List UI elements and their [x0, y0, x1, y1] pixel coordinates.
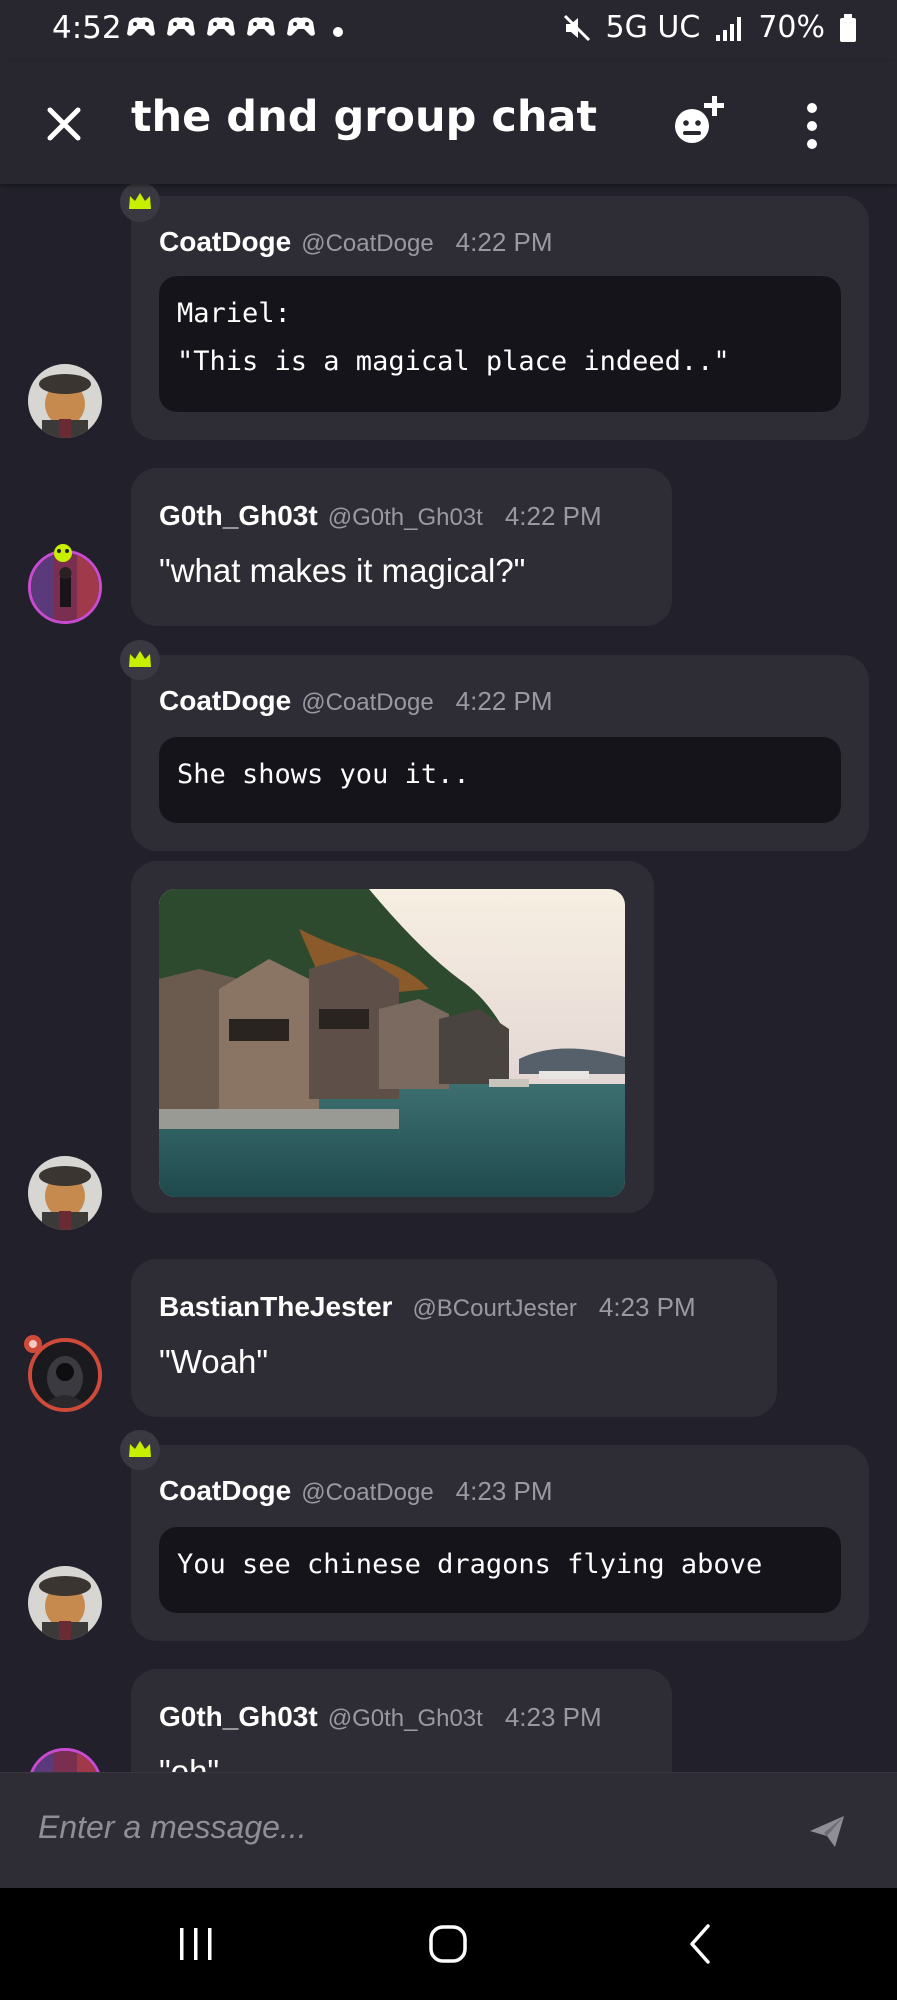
message-input[interactable]: Enter a message... — [38, 1809, 307, 1846]
code-line: Mariel: — [177, 298, 291, 329]
username[interactable]: CoatDoge — [159, 685, 291, 717]
message-card[interactable]: G0th_Gh03t @G0th_Gh03t 4:23 PM "oh" — [131, 1669, 672, 1772]
message-card[interactable]: BastianTheJester @BCourtJester 4:23 PM "… — [131, 1259, 777, 1417]
message-text: "oh" — [159, 1753, 220, 1772]
avatar[interactable] — [28, 1748, 102, 1772]
user-handle: @CoatDoge — [301, 689, 434, 716]
message-card[interactable] — [131, 861, 654, 1213]
avatar[interactable] — [28, 364, 102, 438]
timestamp: 4:22 PM — [455, 227, 553, 257]
status-time: 4:52 — [52, 10, 122, 46]
message-header: G0th_Gh03t @G0th_Gh03t 4:22 PM — [159, 500, 602, 532]
code-block: Mariel: "This is a magical place indeed..… — [159, 276, 841, 412]
message-card[interactable]: G0th_Gh03t @G0th_Gh03t 4:22 PM "what mak… — [131, 468, 672, 626]
recent-apps-icon[interactable] — [176, 1926, 216, 1962]
crown-icon — [120, 1430, 160, 1470]
message-list[interactable]: CoatDoge @CoatDoge 4:22 PM Mariel: "This … — [0, 184, 897, 1772]
crown-icon — [120, 640, 160, 680]
game-controller-icon — [287, 17, 315, 36]
username[interactable]: BastianTheJester — [159, 1291, 392, 1323]
avatar-decoration-icon — [24, 1335, 42, 1353]
timestamp: 4:23 PM — [504, 1702, 602, 1732]
message-text: "Woah" — [159, 1343, 269, 1380]
close-icon[interactable] — [38, 98, 90, 150]
message-header: CoatDoge @CoatDoge 4:22 PM — [159, 226, 553, 258]
avatar-decoration-icon — [54, 544, 72, 562]
code-block: You see chinese dragons flying above — [159, 1527, 841, 1613]
status-right: 5G UC 70% — [562, 10, 857, 45]
notification-icons — [125, 14, 317, 40]
status-bar: 4:52 5G UC 70% — [0, 0, 897, 62]
user-handle: @BCourtJester — [412, 1295, 577, 1322]
send-icon[interactable] — [807, 1811, 847, 1851]
user-handle: @G0th_Gh03t — [327, 1705, 483, 1732]
game-controller-icon — [127, 17, 155, 36]
username[interactable]: CoatDoge — [159, 226, 291, 258]
home-icon[interactable] — [428, 1924, 468, 1964]
user-handle: @G0th_Gh03t — [327, 504, 483, 531]
image-attachment[interactable] — [159, 889, 625, 1197]
signal-icon — [716, 16, 742, 41]
message-composer: Enter a message... — [0, 1772, 897, 1889]
avatar[interactable] — [28, 1156, 102, 1230]
system-nav-bar — [0, 1888, 897, 2000]
username[interactable]: G0th_Gh03t — [159, 1701, 318, 1733]
timestamp: 4:23 PM — [455, 1476, 553, 1506]
more-icon[interactable] — [790, 96, 834, 156]
message-card[interactable]: CoatDoge @CoatDoge 4:23 PM You see chine… — [131, 1445, 869, 1641]
username[interactable]: G0th_Gh03t — [159, 500, 318, 532]
game-controller-icon — [167, 17, 195, 36]
avatar[interactable] — [28, 1566, 102, 1640]
back-icon[interactable] — [684, 1922, 716, 1966]
user-handle: @CoatDoge — [301, 1479, 434, 1506]
timestamp: 4:22 PM — [504, 501, 602, 531]
game-controller-icon — [207, 17, 235, 36]
timestamp: 4:23 PM — [598, 1292, 696, 1322]
message-card[interactable]: CoatDoge @CoatDoge 4:22 PM She shows you… — [131, 655, 869, 851]
code-line: You see chinese dragons flying above — [177, 1549, 763, 1580]
network-type: 5G UC — [605, 10, 701, 45]
message-text: "what makes it magical?" — [159, 552, 526, 589]
message-header: CoatDoge @CoatDoge 4:22 PM — [159, 685, 553, 717]
more-notifications-dot — [333, 27, 343, 37]
game-controller-icon — [247, 17, 275, 36]
message-card[interactable]: CoatDoge @CoatDoge 4:22 PM Mariel: "This … — [131, 196, 869, 440]
message-header: G0th_Gh03t @G0th_Gh03t 4:23 PM — [159, 1701, 602, 1733]
user-handle: @CoatDoge — [301, 230, 434, 257]
timestamp: 4:22 PM — [455, 686, 553, 716]
code-line: She shows you it.. — [177, 759, 470, 790]
add-member-icon[interactable] — [668, 90, 732, 154]
battery-icon — [840, 13, 856, 42]
battery-percent: 70% — [758, 10, 825, 45]
page-title: the dnd group chat — [131, 92, 598, 142]
code-block: She shows you it.. — [159, 737, 841, 823]
message-header: BastianTheJester @BCourtJester 4:23 PM — [159, 1291, 696, 1323]
username[interactable]: CoatDoge — [159, 1475, 291, 1507]
message-header: CoatDoge @CoatDoge 4:23 PM — [159, 1475, 553, 1507]
app-bar: the dnd group chat — [0, 62, 897, 184]
mute-icon — [563, 14, 590, 41]
code-line: "This is a magical place indeed.." — [177, 346, 730, 377]
